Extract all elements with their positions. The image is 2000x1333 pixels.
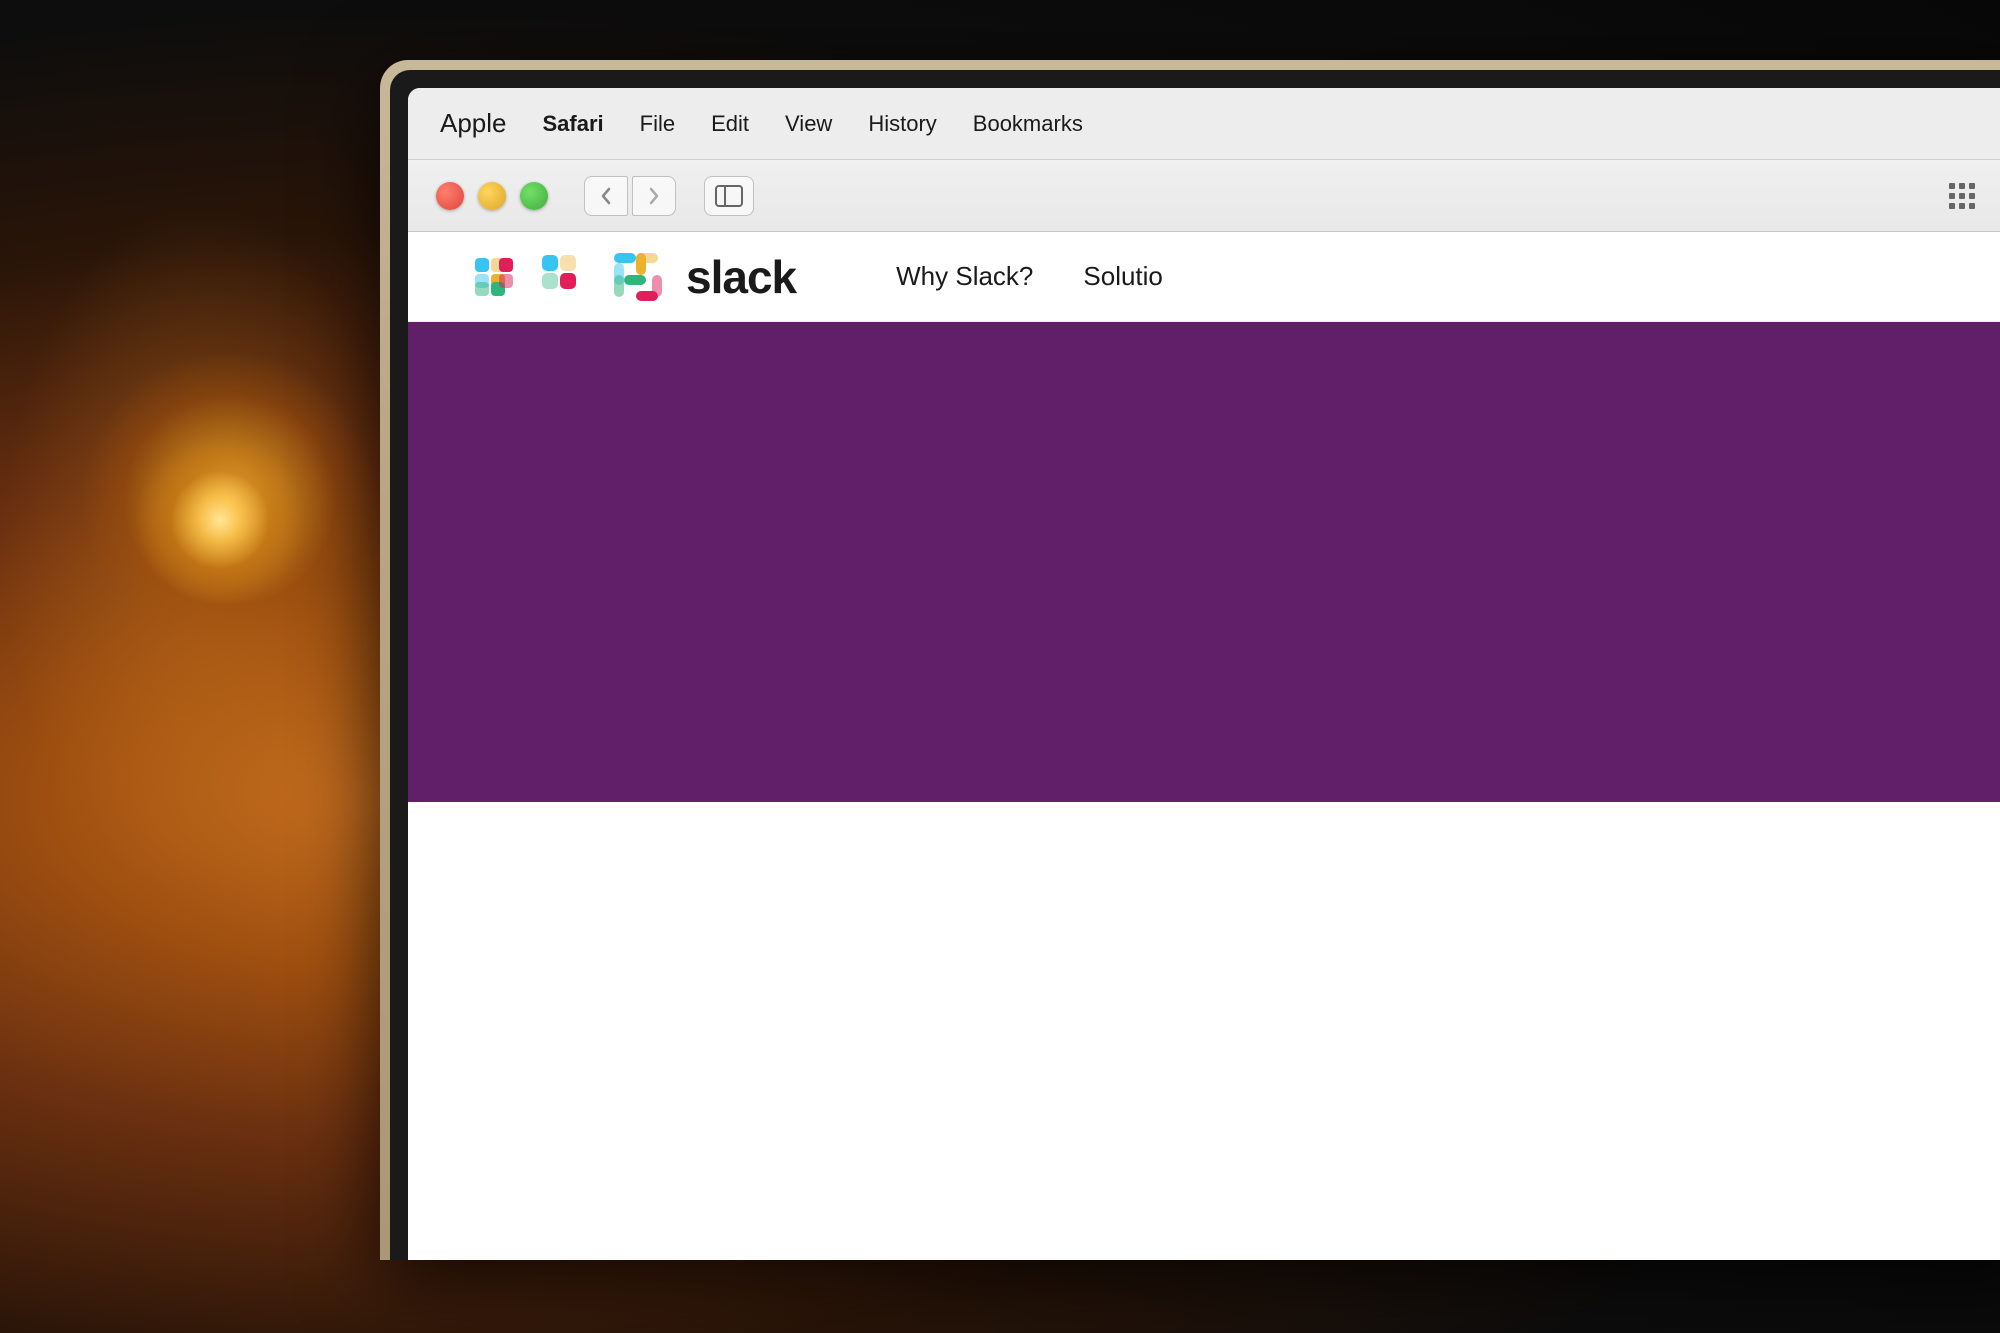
slack-nav-solutions[interactable]: Solutio [1083, 261, 1163, 292]
laptop-body: Apple Safari File Edit View History Book… [380, 60, 2000, 1260]
minimize-button[interactable] [478, 182, 506, 210]
screen: Apple Safari File Edit View History Book… [408, 88, 2000, 1260]
sidebar-toggle-button[interactable] [704, 176, 754, 216]
edit-menu[interactable]: Edit [711, 111, 749, 137]
nav-buttons [584, 176, 676, 216]
website-content: slack Why Slack? Solutio [408, 232, 2000, 1260]
slack-icon-container [608, 247, 668, 307]
slack-hero-section [408, 322, 2000, 802]
slack-wordmark: slack [686, 250, 796, 304]
slack-navbar: slack Why Slack? Solutio [408, 232, 2000, 322]
forward-button[interactable] [632, 176, 676, 216]
macos-menubar: Apple Safari File Edit View History Book… [408, 88, 2000, 160]
file-menu[interactable]: File [640, 111, 675, 137]
browser-toolbar [408, 160, 2000, 232]
view-menu[interactable]: View [785, 111, 832, 137]
slack-logo-icon [468, 251, 520, 303]
safari-menu[interactable]: Safari [543, 111, 604, 137]
slack-plus-icon [538, 251, 590, 303]
slack-nav-items: Why Slack? Solutio [896, 261, 1163, 292]
grid-button[interactable] [1940, 176, 1984, 216]
dots-grid-icon [1949, 183, 1975, 209]
apple-menu[interactable]: Apple [440, 108, 507, 139]
bookmarks-menu[interactable]: Bookmarks [973, 111, 1083, 137]
traffic-lights [436, 182, 548, 210]
slack-logo-area: slack [468, 247, 796, 307]
maximize-button[interactable] [520, 182, 548, 210]
history-menu[interactable]: History [868, 111, 936, 137]
back-button[interactable] [584, 176, 628, 216]
screen-bezel: Apple Safari File Edit View History Book… [390, 70, 2000, 1260]
close-button[interactable] [436, 182, 464, 210]
slack-nav-why[interactable]: Why Slack? [896, 261, 1033, 292]
